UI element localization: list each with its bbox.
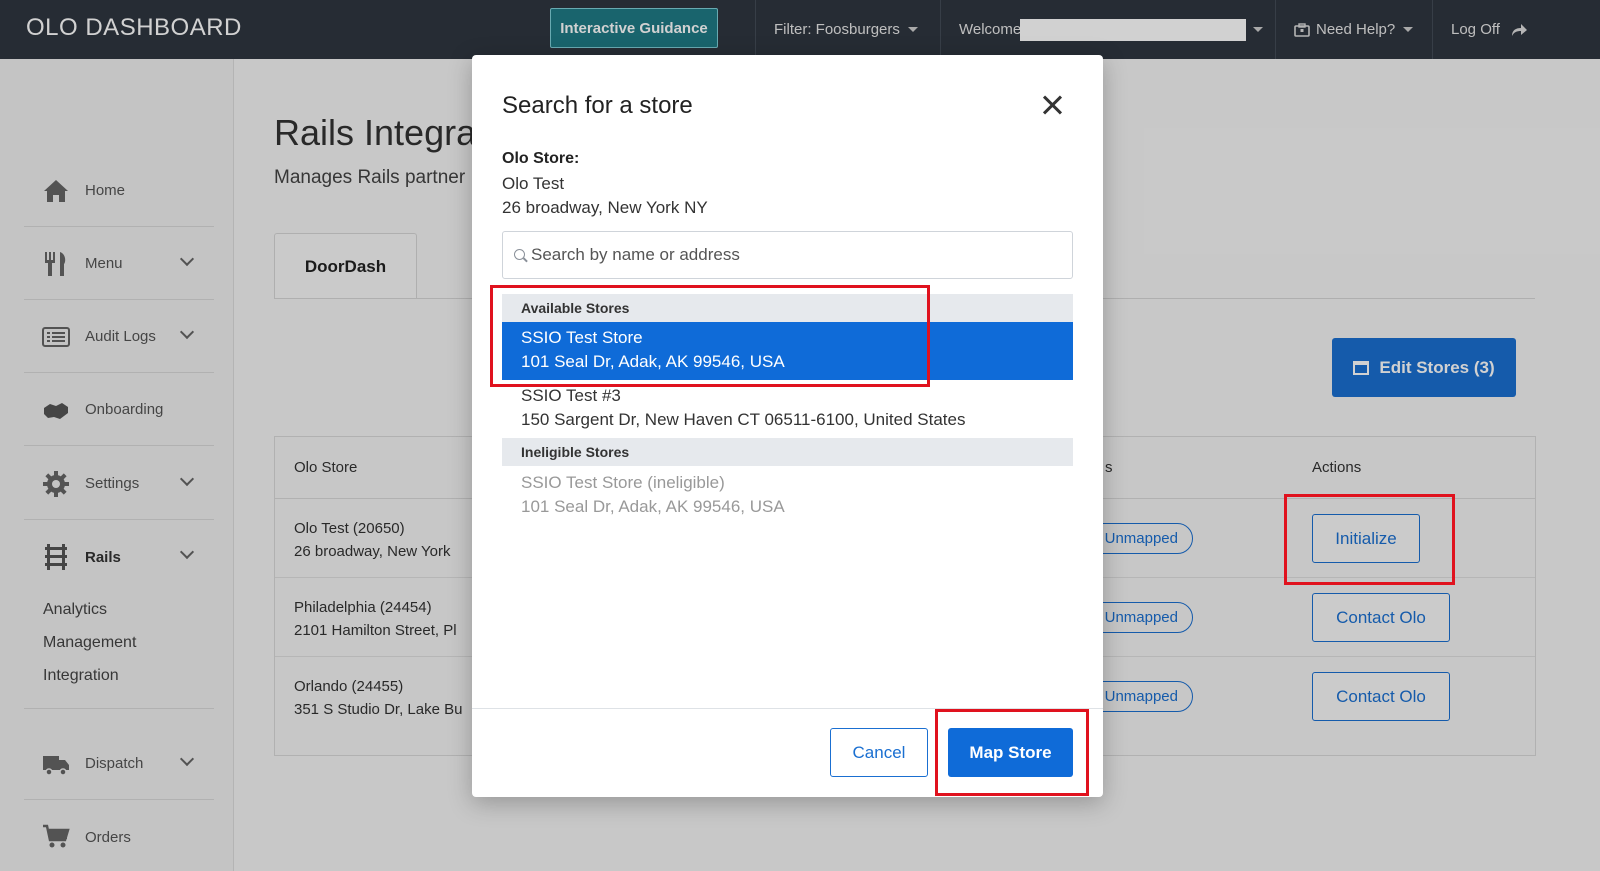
search-store-modal: Search for a store Olo Store: Olo Test 2… [472, 55, 1103, 797]
cancel-button[interactable]: Cancel [830, 728, 928, 777]
ineligible-stores-header: Ineligible Stores [502, 438, 1073, 466]
search-icon [514, 249, 525, 260]
option-name: SSIO Test #3 [521, 386, 621, 405]
highlight-box-map-store [935, 709, 1089, 796]
highlight-box-selected-store [490, 285, 930, 387]
olo-store-address: 26 broadway, New York NY [502, 198, 708, 217]
store-option[interactable]: SSIO Test #3 150 Sargent Dr, New Haven C… [502, 380, 1073, 438]
option-address: 101 Seal Dr, Adak, AK 99546, USA [521, 497, 785, 516]
store-option-disabled: SSIO Test Store (ineligible) 101 Seal Dr… [502, 467, 1073, 525]
olo-store-label: Olo Store: [502, 150, 580, 167]
modal-title: Search for a store [502, 92, 693, 119]
store-search-field[interactable] [502, 231, 1073, 279]
store-search-input[interactable] [531, 232, 1061, 278]
close-icon[interactable] [1042, 95, 1062, 115]
option-address: 150 Sargent Dr, New Haven CT 06511-6100,… [521, 410, 966, 429]
olo-store-name: Olo Test [502, 174, 565, 193]
highlight-box-initialize [1284, 494, 1455, 585]
option-name: SSIO Test Store (ineligible) [521, 473, 725, 492]
